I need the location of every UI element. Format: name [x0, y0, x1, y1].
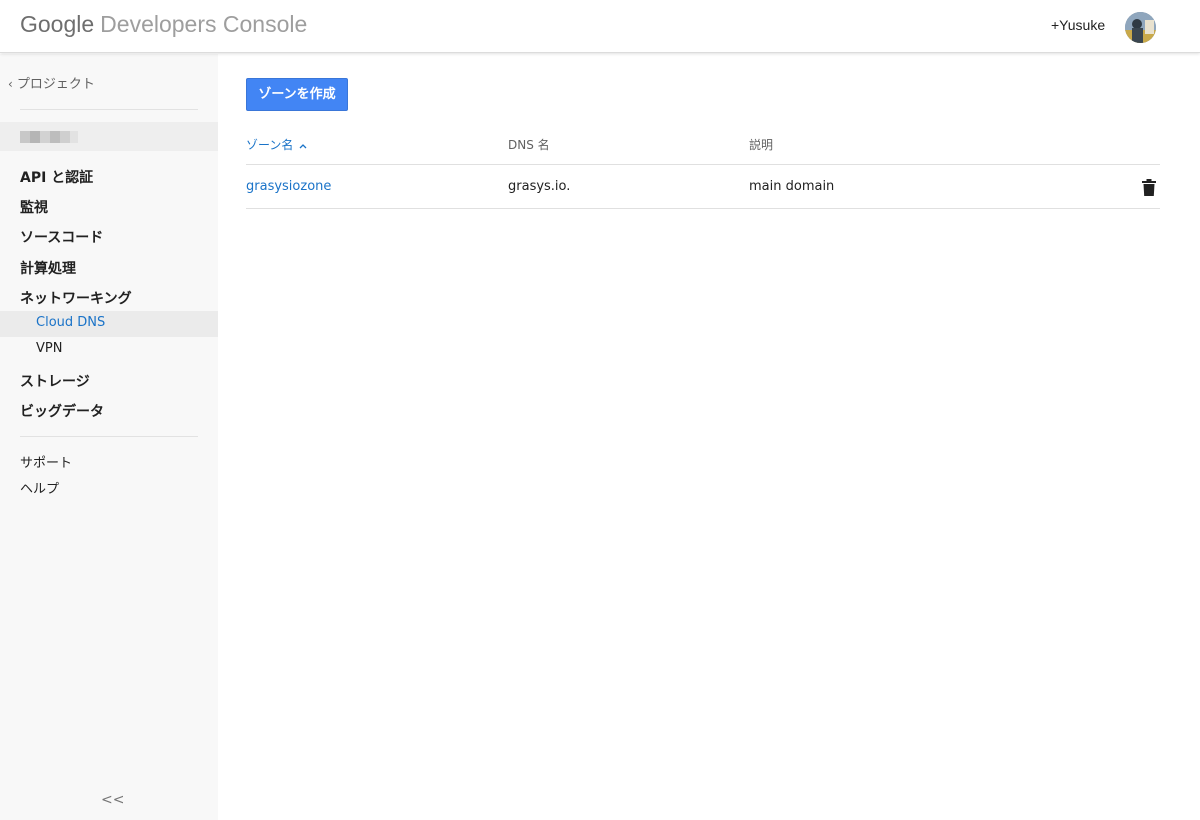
sort-ascending-icon [299, 143, 307, 148]
column-header-dns-name[interactable]: DNS 名 [508, 136, 550, 153]
column-label: ゾーン名 [246, 138, 294, 152]
nav-item-storage[interactable]: ストレージ [20, 371, 90, 391]
top-bar: Google Developers Console +Yusuke [0, 0, 1200, 53]
main-content: ゾーンを作成 ゾーン名 DNS 名 説明 grasysiozone grasys… [218, 54, 1200, 820]
nav-item-big-data[interactable]: ビッグデータ [20, 401, 104, 421]
collapse-sidebar-icon[interactable]: << [101, 792, 124, 808]
nav-item-compute[interactable]: 計算処理 [20, 258, 76, 278]
nav-item-source-code[interactable]: ソースコード [20, 227, 103, 247]
nav-item-networking[interactable]: ネットワーキング [20, 288, 132, 308]
sidebar: ‹ プロジェクト API と認証 監視 ソースコード 計算処理 ネットワーキング … [0, 54, 218, 820]
app-logo[interactable]: Google Developers Console [20, 11, 307, 38]
active-item-highlight [0, 311, 218, 337]
sidebar-divider [20, 436, 198, 437]
description-cell: main domain [749, 179, 835, 194]
redacted-project-name [20, 131, 78, 143]
avatar[interactable] [1125, 12, 1156, 43]
project-selector[interactable] [0, 122, 218, 151]
dns-name-cell: grasys.io. [508, 179, 571, 194]
user-name-link[interactable]: +Yusuke [1051, 17, 1105, 33]
column-header-zone-name[interactable]: ゾーン名 [246, 136, 307, 153]
nav-sub-cloud-dns[interactable]: Cloud DNS [36, 315, 105, 330]
logo-product: Developers Console [100, 11, 308, 37]
nav-item-help[interactable]: ヘルプ [20, 478, 59, 497]
zone-name-link[interactable]: grasysiozone [246, 179, 331, 194]
chevron-left-icon: ‹ [8, 77, 13, 91]
back-to-projects-link[interactable]: ‹ プロジェクト [8, 73, 95, 92]
nav-sub-vpn[interactable]: VPN [36, 341, 62, 356]
nav-item-monitoring[interactable]: 監視 [20, 197, 48, 217]
sidebar-divider [20, 109, 198, 110]
trash-icon[interactable] [1142, 179, 1156, 196]
create-zone-button[interactable]: ゾーンを作成 [246, 78, 348, 111]
table-header: ゾーン名 DNS 名 説明 [246, 132, 1160, 165]
back-label: プロジェクト [16, 77, 95, 92]
logo-google: Google [20, 11, 95, 37]
nav-item-support[interactable]: サポート [20, 452, 72, 471]
avatar-photo-icon [1125, 12, 1156, 43]
column-header-description: 説明 [749, 138, 774, 152]
nav-item-api-auth[interactable]: API と認証 [20, 167, 93, 187]
table-row: grasysiozone grasys.io. main domain [246, 165, 1160, 209]
